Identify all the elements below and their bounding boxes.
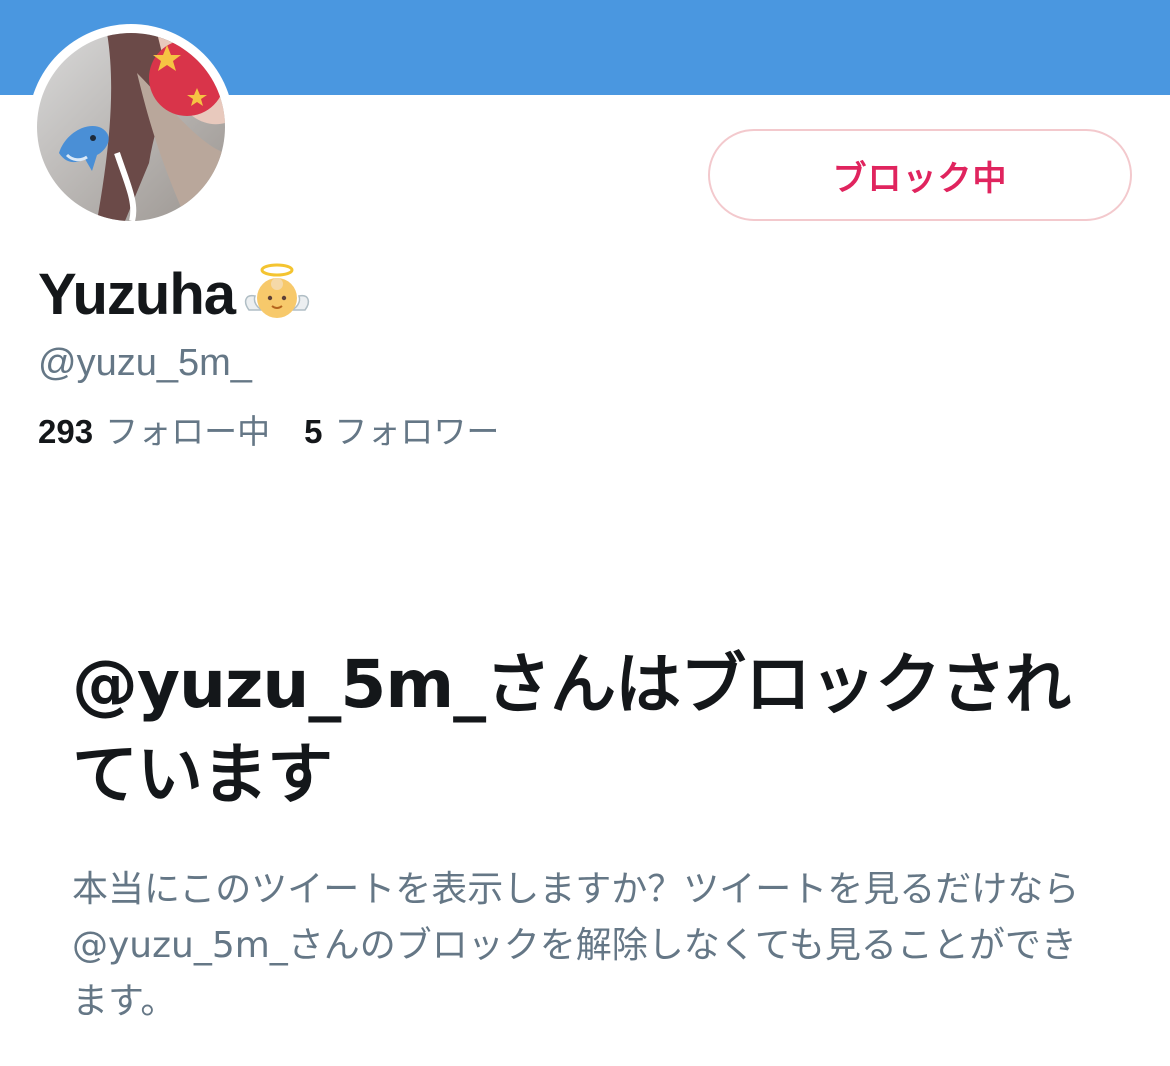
followers-label: フォロワー [334,412,500,451]
profile-page: ブロック中 Yuzuha @yuzu_5m_ 293 フォロー中 5 フォロワー [0,0,1170,1066]
angel-emoji-icon [244,263,310,318]
display-name: Yuzuha [38,261,236,327]
profile-handle: @yuzu_5m_ [38,342,252,384]
following-label: フォロー中 [105,412,271,451]
followers-count: 5 [304,413,323,450]
following-count: 293 [38,413,94,450]
avatar-image [37,33,225,221]
followers-link[interactable]: 5 フォロワー [304,405,499,453]
follow-stats: 293 フォロー中 5 フォロワー [38,405,499,453]
blocked-heading: @yuzu_5m_さんはブロックされています [72,646,1071,813]
following-link[interactable]: 293 フォロー中 [38,405,270,453]
display-name-row: Yuzuha [38,258,313,330]
blocked-description: 本当にこのツイートを表示しますか？ツイートを見るだけなら @yuzu_5m_さん… [72,869,1080,1022]
blocked-button[interactable]: ブロック中 [708,129,1132,221]
avatar[interactable] [28,24,234,230]
